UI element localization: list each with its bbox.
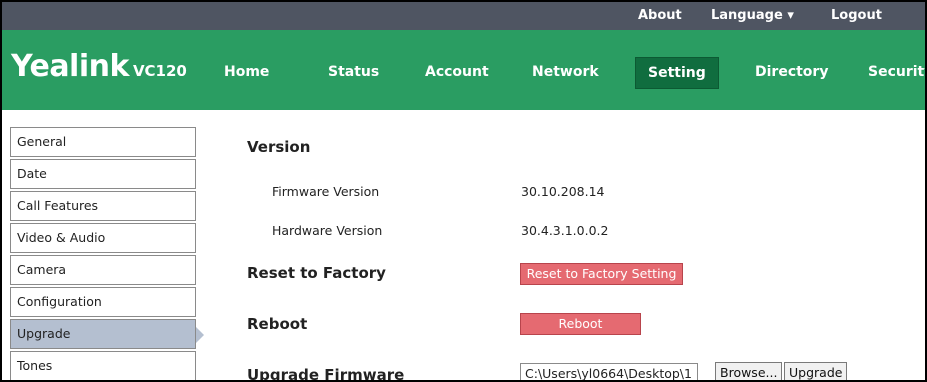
nav-account[interactable]: Account [425,64,489,80]
nav-network[interactable]: Network [532,64,599,80]
top-utility-bar: About Language ▾ Logout [2,2,925,30]
nav-status[interactable]: Status [328,64,379,80]
about-link[interactable]: About [638,8,682,23]
sidebar-item-upgrade[interactable]: Upgrade [10,319,204,349]
sidebar-item-call-features[interactable]: Call Features [10,191,196,221]
sidebar-item-video-audio[interactable]: Video & Audio [10,223,196,253]
reboot-button[interactable]: Reboot [520,313,641,335]
sidebar-item-tones[interactable]: Tones [10,351,196,380]
chevron-down-icon: ▾ [787,8,794,23]
yealink-web-ui: About Language ▾ Logout Yealink VC120 Hom… [0,0,927,382]
brand-model: VC120 [132,62,187,80]
browse-button[interactable]: Browse... [715,362,783,380]
sidebar-item-configuration[interactable]: Configuration [10,287,196,317]
brand-logo: Yealink VC120 [11,49,187,84]
sidebar-item-date[interactable]: Date [10,159,196,189]
hardware-version-label: Hardware Version [272,223,383,238]
nav-home[interactable]: Home [224,64,269,80]
language-menu[interactable]: Language ▾ [711,8,794,23]
upgrade-firmware-title: Upgrade Firmware [247,366,405,382]
reboot-title: Reboot [247,315,308,333]
brand-name: Yealink [11,49,129,84]
nav-directory[interactable]: Directory [755,64,828,80]
firmware-file-field[interactable]: C:\Users\yl0664\Desktop\1 [520,363,698,380]
firmware-version-label: Firmware Version [272,184,380,199]
firmware-version-value: 30.10.208.14 [521,184,605,199]
settings-sidebar: General Date Call Features Video & Audio… [10,127,204,380]
version-title: Version [247,138,311,156]
hardware-version-value: 30.4.3.1.0.0.2 [521,223,609,238]
reset-factory-button[interactable]: Reset to Factory Setting [520,263,683,285]
logout-link[interactable]: Logout [831,8,882,23]
main-nav-bar: Yealink VC120 Home Status Account Network… [2,30,925,110]
sidebar-item-general[interactable]: General [10,127,196,157]
nav-setting[interactable]: Setting [635,57,719,89]
upgrade-button[interactable]: Upgrade [784,362,848,380]
sidebar-item-camera[interactable]: Camera [10,255,196,285]
reset-factory-title: Reset to Factory [247,264,386,282]
nav-security[interactable]: Security [868,64,925,80]
language-label: Language [711,8,783,23]
